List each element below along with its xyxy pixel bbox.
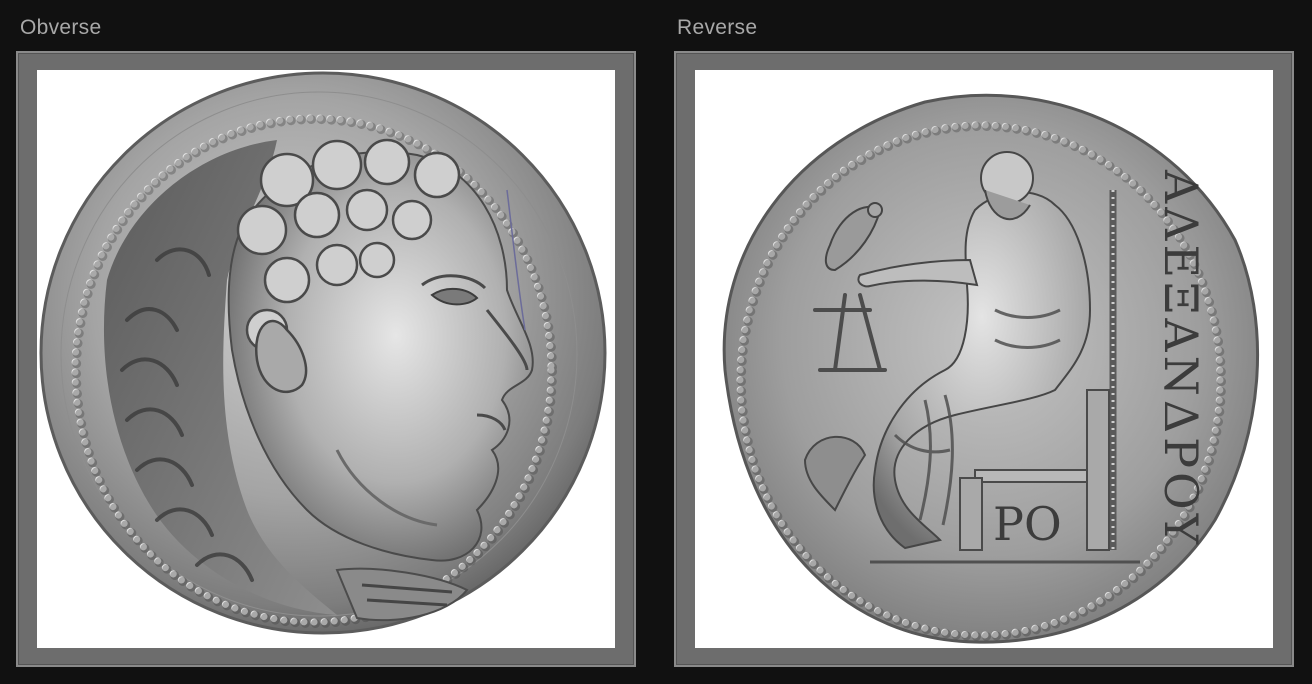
reverse-monogram-text: ΡΟ <box>993 497 1062 551</box>
reverse-frame: ΑΛΕΞΑΝΔΡΟΥ ΡΟ <box>674 51 1294 667</box>
coin-image-viewer: Obverse Reverse ΑΛΕΞΑΝΔΡΟΥ ΡΟ <box>0 0 1312 684</box>
reverse-legend-text: ΑΛΕΞΑΝΔΡΟΥ <box>1154 169 1208 548</box>
obverse-label: Obverse <box>20 16 102 39</box>
coin-obverse-image[interactable] <box>37 70 615 648</box>
obverse-frame <box>16 51 636 667</box>
obverse-image-area[interactable] <box>37 70 615 648</box>
coin-reverse-image[interactable]: ΑΛΕΞΑΝΔΡΟΥ ΡΟ <box>695 70 1273 648</box>
reverse-label: Reverse <box>677 16 758 39</box>
obverse-panel: Obverse <box>0 0 640 684</box>
reverse-panel: Reverse ΑΛΕΞΑΝΔΡΟΥ ΡΟ <box>658 0 1298 684</box>
reverse-image-area[interactable]: ΑΛΕΞΑΝΔΡΟΥ ΡΟ <box>695 70 1273 648</box>
